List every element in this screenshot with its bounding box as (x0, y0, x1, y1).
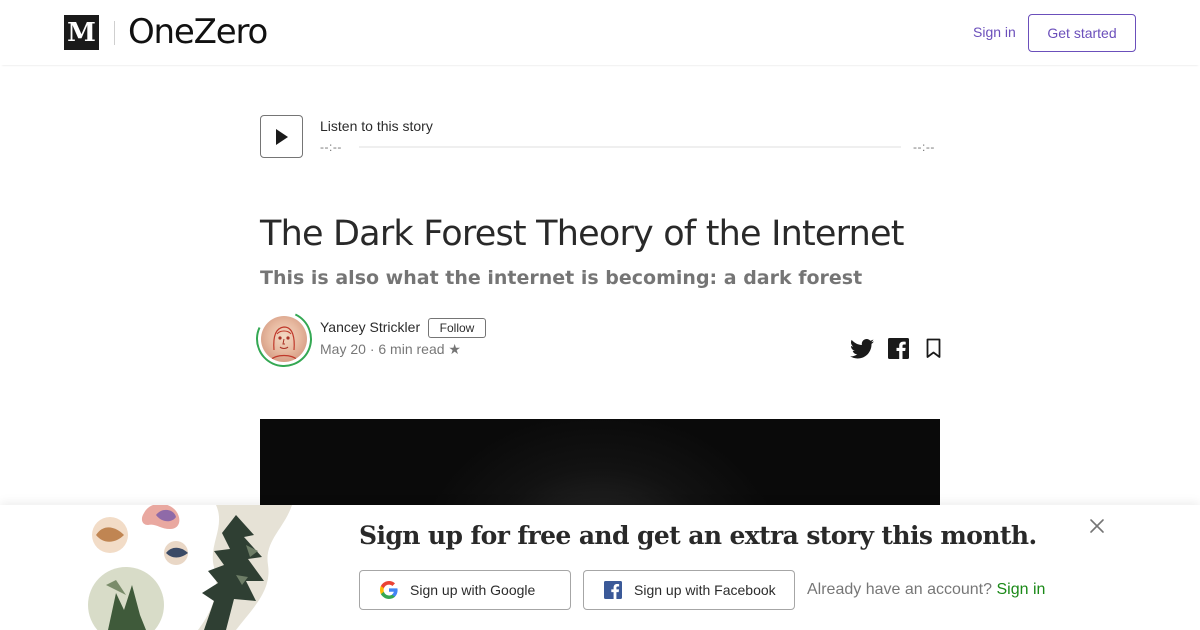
facebook-logo-icon (604, 581, 622, 599)
top-navigation: M OneZero Sign in Get started (0, 0, 1200, 65)
audio-progress-bar[interactable] (359, 146, 901, 148)
bookmark-icon (926, 338, 941, 358)
signup-banner: Sign up for free and get an extra story … (0, 505, 1200, 630)
facebook-button-label: Sign up with Facebook (634, 582, 776, 598)
portrait-sketch (270, 326, 298, 361)
publish-date: May 20 (320, 341, 366, 357)
sign-up-google-button[interactable]: Sign up with Google (359, 570, 571, 610)
share-facebook-button[interactable] (888, 338, 909, 359)
time-total: --:-- (913, 140, 935, 154)
article-meta: May 20 · 6 min read ★ (320, 341, 461, 358)
google-button-label: Sign up with Google (410, 582, 536, 598)
article-subtitle: This is also what the internet is becomi… (260, 267, 863, 289)
google-icon (380, 581, 398, 599)
medium-logo[interactable]: M (64, 15, 99, 50)
member-star-icon: ★ (448, 341, 461, 357)
listen-label: Listen to this story (320, 118, 433, 134)
logo-divider (114, 21, 115, 45)
author-name[interactable]: Yancey Strickler (320, 319, 420, 335)
bookmark-button[interactable] (926, 338, 941, 359)
time-elapsed: --:-- (320, 140, 342, 154)
banner-sign-in-link[interactable]: Sign in (996, 581, 1045, 598)
sign-in-link[interactable]: Sign in (973, 24, 1016, 40)
twitter-icon (850, 339, 874, 359)
facebook-icon (888, 338, 909, 359)
play-icon (275, 128, 288, 145)
read-time: 6 min read (378, 341, 445, 357)
get-started-button[interactable]: Get started (1028, 14, 1136, 52)
close-banner-button[interactable] (1088, 517, 1106, 535)
article-title: The Dark Forest Theory of the Internet (260, 214, 904, 254)
share-twitter-button[interactable] (850, 338, 874, 360)
already-have-account: Already have an account? Sign in (807, 581, 1045, 599)
author-avatar[interactable] (261, 316, 307, 362)
close-icon (1090, 519, 1104, 533)
banner-illustration (88, 505, 292, 630)
meta-separator: · (369, 341, 375, 357)
already-have-account-text: Already have an account? (807, 581, 993, 598)
banner-headline: Sign up for free and get an extra story … (359, 521, 1037, 550)
play-button[interactable] (260, 115, 303, 158)
follow-button[interactable]: Follow (428, 318, 486, 338)
sign-up-facebook-button[interactable]: Sign up with Facebook (583, 570, 795, 610)
publication-logo[interactable]: OneZero (128, 12, 268, 52)
